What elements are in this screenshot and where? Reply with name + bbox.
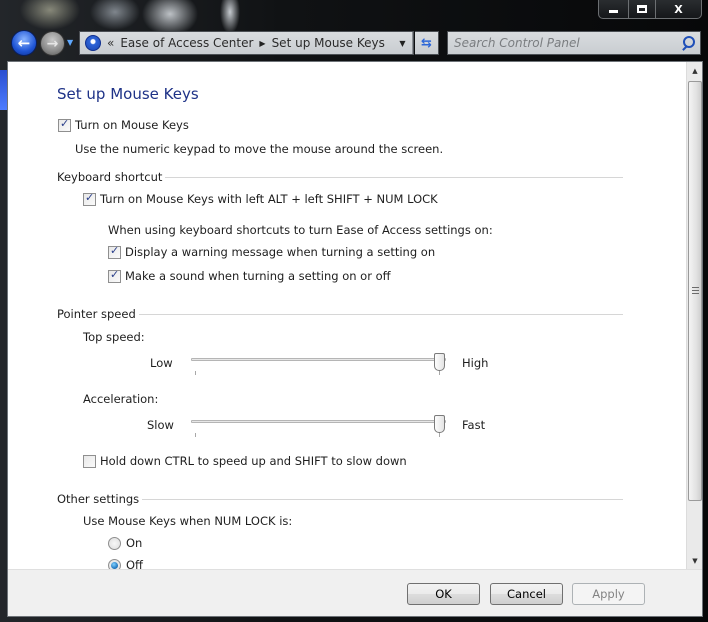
ease-of-access-shortcut-subheader: When using keyboard shortcuts to turn Ea… bbox=[108, 223, 493, 237]
ctrl-shift-checkbox[interactable] bbox=[83, 454, 96, 468]
scrollbar-grip-icon bbox=[692, 287, 699, 295]
slider-tick-min bbox=[195, 433, 196, 437]
turn-on-mouse-keys-option[interactable]: Turn on Mouse Keys bbox=[58, 117, 189, 132]
close-button[interactable]: X bbox=[656, 0, 701, 18]
num-lock-off-label: Off bbox=[126, 558, 143, 569]
breadcrumb-item-ease-of-access-center[interactable]: Ease of Access Center bbox=[120, 36, 253, 50]
maximize-button[interactable] bbox=[629, 0, 656, 18]
make-sound-label: Make a sound when turning a setting on o… bbox=[125, 269, 391, 283]
num-lock-on-option[interactable]: On bbox=[108, 536, 142, 550]
ctrl-shift-option[interactable]: Hold down CTRL to speed up and SHIFT to … bbox=[83, 454, 407, 468]
slider-track bbox=[191, 358, 446, 361]
acceleration-min-label: Slow bbox=[147, 418, 174, 432]
warning-message-checkbox[interactable] bbox=[108, 244, 121, 259]
top-speed-slider-thumb[interactable] bbox=[434, 353, 445, 371]
make-sound-checkbox[interactable] bbox=[108, 268, 121, 283]
num-lock-on-radio[interactable] bbox=[108, 536, 121, 550]
acceleration-max-label: Fast bbox=[462, 418, 486, 432]
ctrl-shift-label: Hold down CTRL to speed up and SHIFT to … bbox=[100, 454, 407, 468]
other-settings-header: Other settings bbox=[57, 492, 140, 506]
acceleration-label: Acceleration: bbox=[83, 392, 159, 406]
slider-track bbox=[191, 420, 446, 423]
other-settings-group: Other settings bbox=[57, 492, 623, 506]
num-lock-on-label: On bbox=[126, 536, 143, 550]
keyboard-shortcut-group: Keyboard shortcut bbox=[57, 170, 623, 184]
breadcrumb-separator-icon[interactable]: ▶ bbox=[259, 39, 265, 48]
num-lock-label-row: Use Mouse Keys when NUM LOCK is: bbox=[83, 514, 292, 528]
shortcut-option[interactable]: Turn on Mouse Keys with left ALT + left … bbox=[83, 191, 438, 206]
top-speed-slider[interactable] bbox=[191, 353, 446, 375]
breadcrumb-item-set-up-mouse-keys[interactable]: Set up Mouse Keys bbox=[272, 36, 385, 50]
subheader-text: When using keyboard shortcuts to turn Ea… bbox=[108, 223, 493, 237]
make-sound-option[interactable]: Make a sound when turning a setting on o… bbox=[108, 268, 391, 283]
shortcut-checkbox[interactable] bbox=[83, 191, 96, 206]
search-input[interactable] bbox=[454, 36, 674, 50]
recent-pages-dropdown[interactable]: ▼ bbox=[67, 38, 77, 48]
group-divider bbox=[165, 176, 623, 178]
num-lock-off-radio[interactable] bbox=[108, 558, 121, 569]
address-bar[interactable]: « Ease of Access Center ▶ Set up Mouse K… bbox=[79, 31, 414, 55]
apply-button[interactable]: Apply bbox=[572, 583, 645, 605]
scrollbar-thumb[interactable] bbox=[688, 81, 702, 501]
turn-on-mouse-keys-checkbox[interactable] bbox=[58, 117, 71, 132]
turn-on-mouse-keys-label: Turn on Mouse Keys bbox=[75, 118, 189, 132]
content-area: Set up Mouse Keys Turn on Mouse Keys Use… bbox=[8, 62, 686, 569]
num-lock-label: Use Mouse Keys when NUM LOCK is: bbox=[83, 514, 293, 528]
acceleration-label-row: Acceleration: bbox=[83, 392, 158, 406]
forward-arrow-icon: → bbox=[46, 35, 59, 52]
refresh-icon: ⇆ bbox=[421, 35, 432, 51]
address-dropdown-button[interactable]: ▼ bbox=[393, 32, 413, 54]
slider-tick-max bbox=[439, 433, 440, 437]
acceleration-slider-thumb[interactable] bbox=[434, 415, 445, 433]
ease-of-access-icon bbox=[85, 35, 101, 51]
top-speed-label-row: Top speed: bbox=[83, 330, 145, 344]
forward-button[interactable]: → bbox=[40, 31, 65, 56]
dialog-footer: OK Cancel Apply bbox=[8, 569, 702, 616]
scroll-up-arrow-icon[interactable]: ▲ bbox=[687, 62, 703, 79]
control-panel-window: Set up Mouse Keys Turn on Mouse Keys Use… bbox=[7, 61, 703, 617]
pointer-speed-group: Pointer speed bbox=[57, 307, 623, 321]
slider-tick-min bbox=[195, 371, 196, 375]
top-speed-min: Low bbox=[150, 356, 173, 370]
group-divider bbox=[138, 313, 623, 315]
top-speed-max-label: High bbox=[462, 356, 489, 370]
search-box[interactable] bbox=[447, 31, 701, 55]
shortcut-label: Turn on Mouse Keys with left ALT + left … bbox=[100, 192, 438, 206]
slider-tick-max bbox=[439, 371, 440, 375]
cancel-button[interactable]: Cancel bbox=[490, 583, 563, 605]
vertical-scrollbar[interactable]: ▲ ▼ bbox=[686, 62, 702, 569]
refresh-button[interactable]: ⇆ bbox=[415, 31, 439, 55]
minimize-button[interactable] bbox=[599, 0, 629, 18]
close-icon: X bbox=[674, 2, 683, 16]
keyboard-shortcut-header: Keyboard shortcut bbox=[57, 170, 163, 184]
chevron-down-icon: ▼ bbox=[399, 38, 406, 48]
acceleration-slider[interactable] bbox=[191, 415, 446, 437]
back-arrow-icon: ← bbox=[17, 34, 31, 52]
top-speed-min-label: Low bbox=[150, 356, 173, 370]
ok-button[interactable]: OK bbox=[407, 583, 480, 605]
num-lock-off-option[interactable]: Off bbox=[108, 558, 143, 569]
acceleration-min: Slow bbox=[147, 418, 174, 432]
chevron-down-icon: ▼ bbox=[67, 38, 74, 47]
mouse-keys-description: Use the numeric keypad to move the mouse… bbox=[75, 142, 443, 156]
search-icon[interactable] bbox=[681, 36, 695, 50]
mouse-keys-description-text: Use the numeric keypad to move the mouse… bbox=[75, 142, 444, 156]
acceleration-max: Fast bbox=[462, 418, 485, 432]
maximize-icon bbox=[637, 5, 647, 13]
pointer-speed-header: Pointer speed bbox=[57, 307, 136, 321]
top-speed-max: High bbox=[462, 356, 488, 370]
page-title: Set up Mouse Keys bbox=[57, 85, 199, 103]
warning-message-option[interactable]: Display a warning message when turning a… bbox=[108, 244, 436, 259]
minimize-icon bbox=[609, 10, 618, 13]
scroll-down-arrow-icon[interactable]: ▼ bbox=[687, 552, 703, 569]
breadcrumb-overflow-icon[interactable]: « bbox=[107, 36, 114, 50]
window-caption-buttons: X bbox=[598, 0, 702, 19]
warning-message-label: Display a warning message when turning a… bbox=[125, 245, 436, 259]
top-speed-label: Top speed: bbox=[83, 330, 145, 344]
back-button[interactable]: ← bbox=[11, 30, 37, 56]
group-divider bbox=[142, 498, 623, 500]
